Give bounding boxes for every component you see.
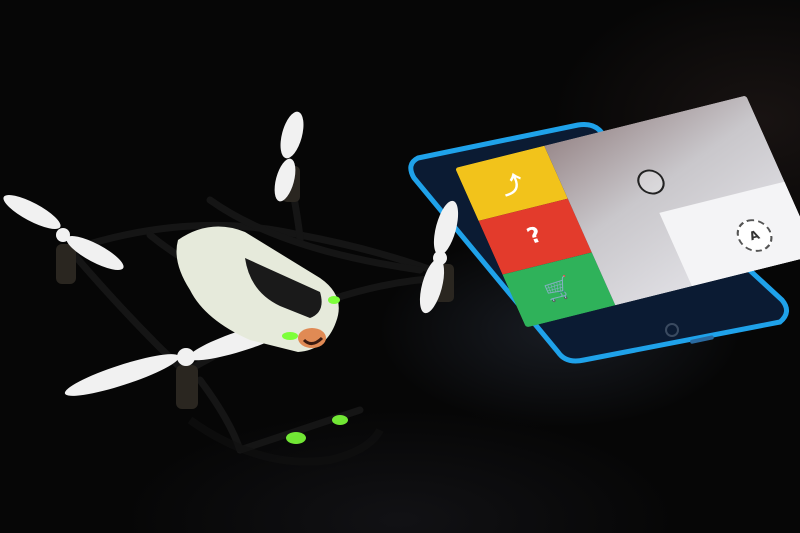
share-icon: ⤴ — [496, 171, 529, 201]
cart-icon: 🛒 — [540, 274, 578, 305]
motor — [176, 365, 198, 409]
status-led — [328, 296, 340, 304]
minidrone — [3, 111, 459, 466]
play-icon[interactable] — [632, 167, 669, 198]
motor — [56, 244, 76, 284]
badge-label: A — [746, 227, 762, 244]
status-led — [282, 332, 298, 340]
photo-scene: ⤴ ? 🛒 A — [0, 0, 800, 533]
question-icon: ? — [523, 223, 547, 250]
